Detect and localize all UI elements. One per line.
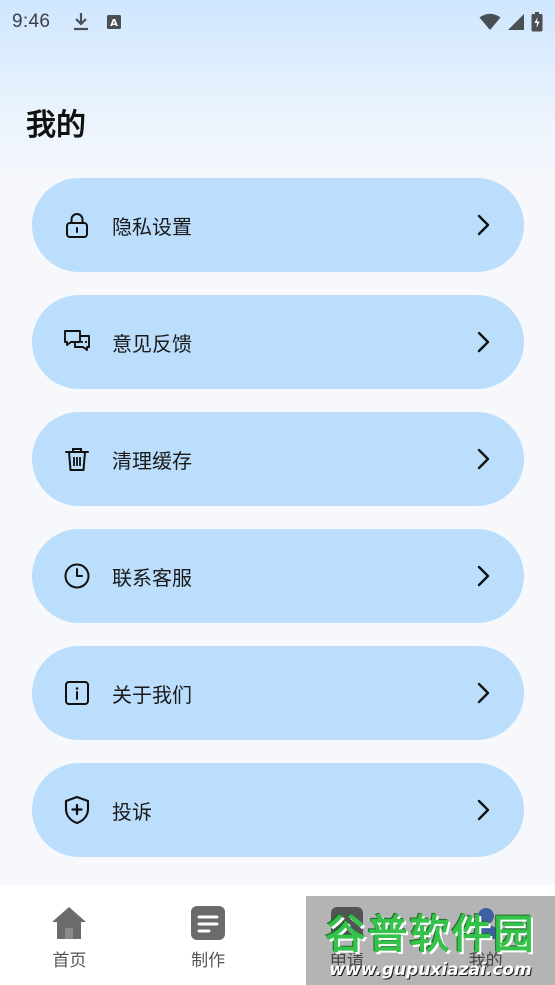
watermark: 谷普软件园 www.gupuxiazai.com: [306, 896, 555, 985]
menu-item-label: 关于我们: [112, 682, 192, 707]
chevron-right-icon: [472, 445, 494, 473]
chevron-right-icon: [472, 679, 494, 707]
keyboard-a-icon: A: [106, 14, 122, 30]
nav-label: 制作: [191, 951, 226, 971]
status-icons-left: A: [72, 12, 122, 32]
info-icon: [62, 678, 92, 708]
menu-item-feedback[interactable]: 意见反馈: [32, 295, 524, 389]
settings-menu: 隐私设置 意见反馈 清理缓存 联系客服 关于我们 投诉: [32, 178, 524, 880]
nav-item-make[interactable]: 制作: [139, 885, 278, 985]
menu-item-label: 意见反馈: [112, 331, 192, 356]
menu-item-clear-cache[interactable]: 清理缓存: [32, 412, 524, 506]
menu-item-label: 投诉: [112, 799, 152, 824]
menu-item-customer-service[interactable]: 联系客服: [32, 529, 524, 623]
status-bar: 9:46 A: [0, 0, 555, 44]
menu-item-privacy[interactable]: 隐私设置: [32, 178, 524, 272]
clock-icon: [62, 561, 92, 591]
page-title: 我的: [26, 108, 86, 143]
chevron-right-icon: [472, 328, 494, 356]
watermark-url: www.gupuxiazai.com: [329, 959, 532, 980]
nav-item-home[interactable]: 首页: [0, 885, 139, 985]
chevron-right-icon: [472, 796, 494, 824]
menu-item-label: 联系客服: [112, 565, 192, 590]
lock-icon: [62, 210, 92, 240]
download-icon: [72, 12, 90, 32]
chat-icon: [62, 327, 92, 357]
battery-icon: [531, 12, 543, 32]
trash-icon: [62, 444, 92, 474]
menu-item-label: 隐私设置: [112, 214, 192, 239]
chevron-right-icon: [472, 211, 494, 239]
status-icons-right: [479, 12, 543, 32]
document-icon: [188, 903, 228, 943]
chevron-right-icon: [472, 562, 494, 590]
signal-icon: [507, 13, 525, 31]
status-time: 9:46: [12, 11, 51, 32]
watermark-title: 谷普软件园: [325, 911, 536, 958]
menu-item-about-us[interactable]: 关于我们: [32, 646, 524, 740]
menu-item-complaint[interactable]: 投诉: [32, 763, 524, 857]
wifi-icon: [479, 13, 501, 31]
shield-plus-icon: [62, 795, 92, 825]
home-icon: [49, 903, 89, 943]
menu-item-label: 清理缓存: [112, 448, 192, 473]
svg-text:A: A: [110, 18, 118, 29]
screen: 9:46 A 我的 隐私设置 意见反馈 清理缓存 联系客服 关于我们 投诉 首页…: [0, 0, 555, 985]
nav-label: 首页: [52, 951, 87, 971]
